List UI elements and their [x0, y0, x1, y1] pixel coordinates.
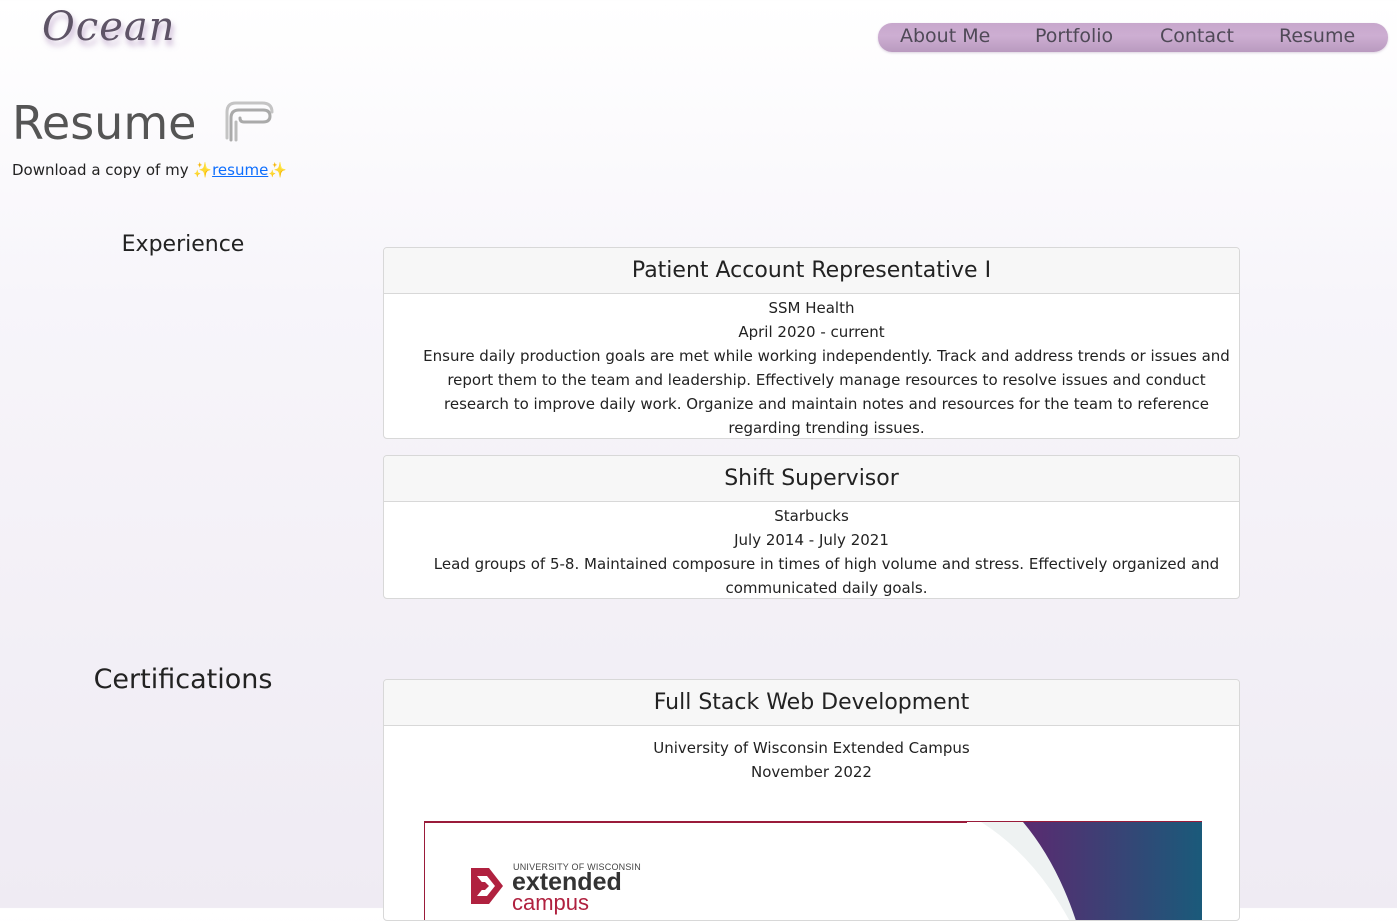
job-title: Patient Account Representative I	[384, 248, 1239, 294]
certificate-image: UNIVERSITY OF WISCONSIN extended campus	[424, 821, 1202, 920]
job-card: Patient Account Representative I SSM Hea…	[383, 247, 1240, 439]
job-body: SSM Health April 2020 - current Ensure d…	[384, 294, 1239, 438]
nav-about-me[interactable]: About Me	[900, 25, 990, 47]
campus-wordmark: campus	[512, 890, 590, 915]
certification-date: November 2022	[751, 763, 872, 781]
nav-contact[interactable]: Contact	[1160, 25, 1234, 47]
certifications-heading: Certifications	[93, 664, 273, 695]
nav-portfolio[interactable]: Portfolio	[1035, 25, 1113, 47]
sparkle-icon: ✨	[268, 161, 287, 179]
certification-card: Full Stack Web Development University of…	[383, 679, 1240, 921]
download-prefix: Download a copy of my	[12, 161, 189, 179]
certification-issuer: University of Wisconsin Extended Campus	[653, 739, 970, 757]
job-dates: July 2014 - July 2021	[734, 531, 889, 549]
main-nav: About Me Portfolio Contact Resume	[878, 23, 1388, 52]
job-title: Shift Supervisor	[384, 456, 1239, 502]
job-dates: April 2020 - current	[738, 323, 885, 341]
nav-resume[interactable]: Resume	[1279, 25, 1355, 47]
page-title: Resume	[12, 96, 197, 150]
job-company: Starbucks	[774, 507, 849, 525]
job-card: Shift Supervisor Starbucks July 2014 - J…	[383, 455, 1240, 599]
job-body: Starbucks July 2014 - July 2021 Lead gro…	[384, 502, 1239, 598]
job-company: SSM Health	[768, 299, 855, 317]
job-description: Lead groups of 5-8. Maintained composure…	[433, 555, 1220, 597]
university-logo-icon	[471, 868, 503, 904]
resume-download-link[interactable]: resume	[212, 161, 268, 179]
download-line: Download a copy of my ✨resume✨	[12, 161, 287, 179]
experience-heading: Experience	[121, 232, 245, 257]
job-description: Ensure daily production goals are met wh…	[423, 347, 1230, 437]
paperclip-icon	[222, 98, 274, 148]
certification-body: University of Wisconsin Extended Campus …	[384, 726, 1239, 784]
sparkle-icon: ✨	[193, 161, 213, 179]
certification-title: Full Stack Web Development	[384, 680, 1239, 726]
site-logo[interactable]: Ocean	[42, 4, 175, 50]
